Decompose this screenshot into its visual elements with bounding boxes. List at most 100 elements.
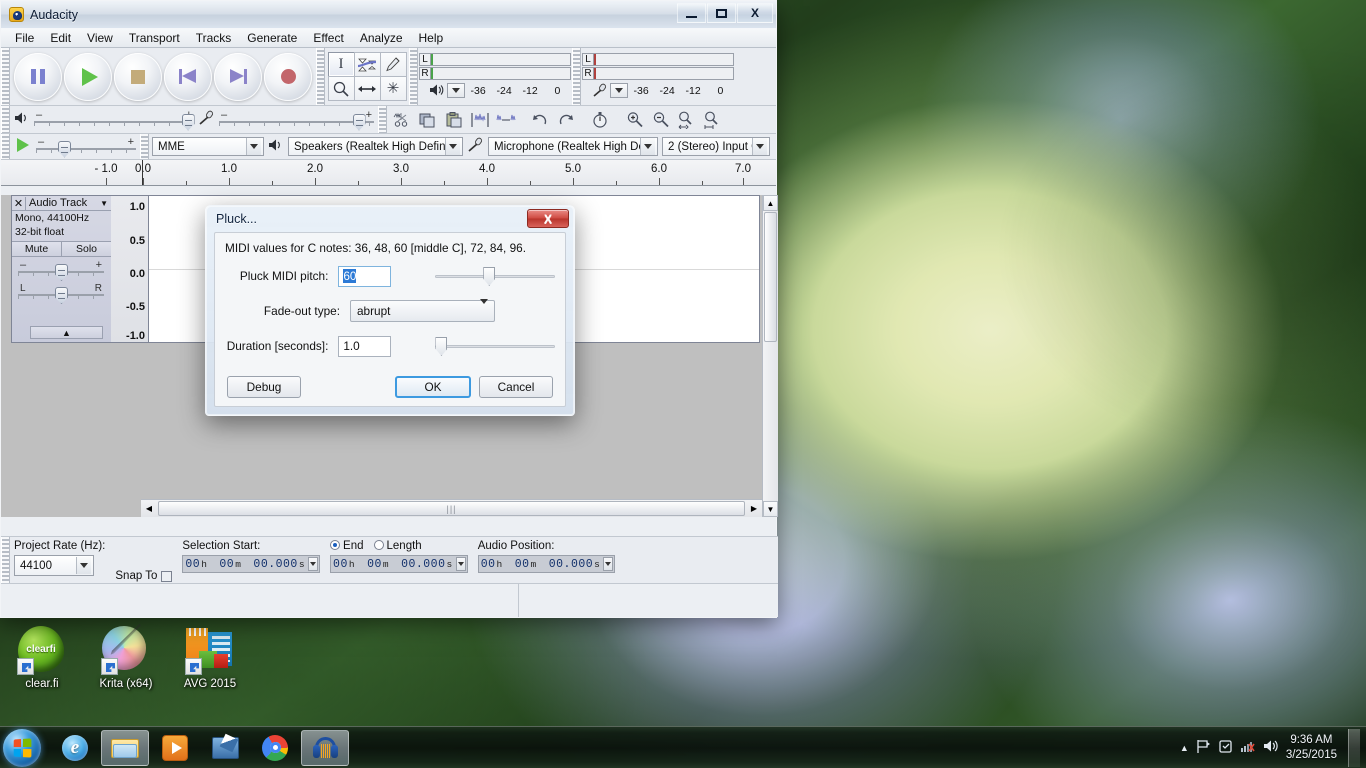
menu-effect[interactable]: Effect — [305, 29, 351, 47]
scroll-up-button[interactable]: ▲ — [763, 195, 778, 211]
chevron-down-icon[interactable] — [76, 557, 91, 574]
maximize-button[interactable] — [707, 3, 736, 23]
snap-to-checkbox[interactable] — [161, 570, 173, 582]
play-button[interactable] — [64, 52, 112, 101]
selection-end-field[interactable]: 00 h 00 m 00.000 s — [330, 555, 468, 573]
action-center-flag-icon[interactable] — [1196, 739, 1211, 757]
chevron-down-icon[interactable] — [640, 138, 655, 155]
cut-button[interactable] — [389, 108, 415, 132]
chevron-down-icon[interactable] — [480, 299, 488, 318]
taskbar-clock[interactable]: 9:36 AM 3/25/2015 — [1286, 733, 1337, 763]
input-channels-select[interactable]: 2 (Stereo) Input C — [662, 137, 770, 156]
stop-button[interactable] — [114, 52, 162, 101]
desktop-icon-krita[interactable]: Krita (x64) — [90, 626, 162, 691]
menu-edit[interactable]: Edit — [42, 29, 79, 47]
taskbar-internet-explorer[interactable] — [51, 730, 99, 766]
pluck-pitch-input[interactable]: 60 — [338, 265, 392, 287]
menu-view[interactable]: View — [79, 29, 121, 47]
menu-analyze[interactable]: Analyze — [352, 29, 411, 47]
timeline-ruler[interactable]: - 1.0 0.0 1.0 2.0 3.0 4.0 5.0 6.0 7.0 — [1, 160, 776, 186]
project-rate-select[interactable]: 44100 — [14, 555, 94, 576]
duration-input[interactable]: 1.0 — [338, 335, 392, 357]
undo-button[interactable] — [527, 108, 553, 132]
multi-tool[interactable]: ✳ — [379, 76, 407, 101]
device-toolbar-grabber[interactable] — [140, 134, 149, 159]
transport-toolbar-grabber[interactable] — [1, 48, 10, 105]
horizontal-scrollbar[interactable]: ◀ ||| ▶ — [141, 499, 762, 517]
menu-help[interactable]: Help — [411, 29, 452, 47]
solo-button[interactable]: Solo — [62, 242, 111, 256]
mute-button[interactable]: Mute — [12, 242, 62, 256]
length-radio-wrap[interactable]: Length — [373, 540, 422, 552]
fit-project-button[interactable] — [699, 108, 725, 132]
selection-toolbar-grabber[interactable] — [1, 537, 10, 584]
draw-tool[interactable] — [379, 52, 407, 77]
scroll-right-button[interactable]: ▶ — [746, 501, 762, 517]
audio-position-field[interactable]: 00 h 00 m 00.000 s — [477, 555, 616, 573]
menu-tracks[interactable]: Tracks — [188, 29, 240, 47]
edit-toolbar-grabber[interactable] — [378, 106, 387, 133]
taskbar-audacity[interactable] — [301, 729, 349, 766]
scroll-down-button[interactable]: ▼ — [763, 501, 778, 517]
debug-button[interactable]: Debug — [227, 376, 301, 398]
action-center-icon[interactable] — [1218, 739, 1233, 757]
pluck-dialog-titlebar[interactable]: Pluck... X — [206, 206, 574, 232]
playback-speed-slider[interactable]: – + — [36, 136, 136, 158]
length-radio[interactable] — [373, 540, 384, 550]
horizontal-scrollbar-thumb[interactable]: ||| — [158, 501, 745, 516]
duration-slider[interactable] — [435, 335, 555, 357]
track-close-button[interactable]: ✕ — [12, 196, 26, 210]
trim-audio-button[interactable] — [467, 108, 493, 132]
pluck-pitch-slider[interactable] — [435, 265, 555, 287]
track-pan-slider[interactable]: L R — [18, 283, 104, 304]
redo-button[interactable] — [553, 108, 579, 132]
taskbar-windows-explorer[interactable] — [101, 729, 149, 766]
taskbar-google-chrome[interactable] — [251, 730, 299, 766]
playback-meter-menu[interactable] — [446, 82, 465, 98]
chevron-down-icon[interactable] — [752, 138, 767, 155]
recording-meter-grabber[interactable] — [572, 48, 581, 105]
zoom-out-button[interactable] — [647, 108, 673, 132]
track-name-dropdown[interactable]: Audio Track ▼ — [26, 197, 111, 209]
record-button[interactable] — [264, 52, 312, 101]
pause-button[interactable] — [14, 52, 62, 101]
mixer-toolbar-grabber[interactable] — [1, 106, 10, 133]
scroll-left-button[interactable]: ◀ — [141, 501, 157, 517]
audio-host-select[interactable]: MME — [152, 137, 264, 156]
silence-audio-button[interactable] — [493, 108, 519, 132]
start-button[interactable] — [3, 728, 41, 767]
sync-lock-button[interactable] — [587, 108, 613, 132]
selection-tool[interactable]: I — [327, 52, 355, 77]
vertical-scrollbar[interactable]: ▲ ▼ — [762, 195, 778, 517]
play-at-speed-icon[interactable] — [14, 137, 32, 156]
desktop-icon-clearfi[interactable]: clearfi clear.fi — [6, 626, 78, 691]
paste-button[interactable] — [441, 108, 467, 132]
tools-toolbar-grabber[interactable] — [316, 48, 325, 105]
skip-to-start-button[interactable] — [164, 52, 212, 101]
track-gain-slider[interactable]: – + — [18, 259, 104, 281]
input-device-select[interactable]: Microphone (Realtek High Defi — [488, 137, 658, 156]
playback-meter-grabber[interactable] — [409, 48, 418, 105]
input-volume-slider[interactable]: – + — [219, 109, 374, 131]
output-volume-slider[interactable]: – + — [34, 109, 195, 131]
menu-generate[interactable]: Generate — [239, 29, 305, 47]
timeshift-tool[interactable] — [353, 76, 381, 101]
audio-position-stepper[interactable] — [603, 557, 614, 571]
taskbar-paint[interactable] — [201, 730, 249, 766]
ok-button[interactable]: OK — [395, 376, 471, 398]
vertical-scrollbar-thumb[interactable] — [764, 212, 777, 342]
selection-end-stepper[interactable] — [455, 557, 466, 571]
fit-selection-button[interactable] — [673, 108, 699, 132]
menu-transport[interactable]: Transport — [121, 29, 188, 47]
volume-icon[interactable] — [1263, 739, 1279, 756]
end-radio-wrap[interactable]: End — [330, 540, 364, 552]
end-radio[interactable] — [330, 540, 341, 550]
pluck-dialog-close-button[interactable]: X — [527, 209, 569, 228]
show-hidden-icons-button[interactable]: ▲ — [1180, 743, 1189, 753]
menu-file[interactable]: File — [7, 29, 42, 47]
close-button[interactable]: X — [737, 3, 773, 23]
chevron-down-icon[interactable]: ▼ — [100, 199, 108, 208]
show-desktop-button[interactable] — [1348, 728, 1360, 767]
output-device-select[interactable]: Speakers (Realtek High Definit — [288, 137, 463, 156]
desktop-icon-avg[interactable]: AVG 2015 — [174, 626, 246, 691]
